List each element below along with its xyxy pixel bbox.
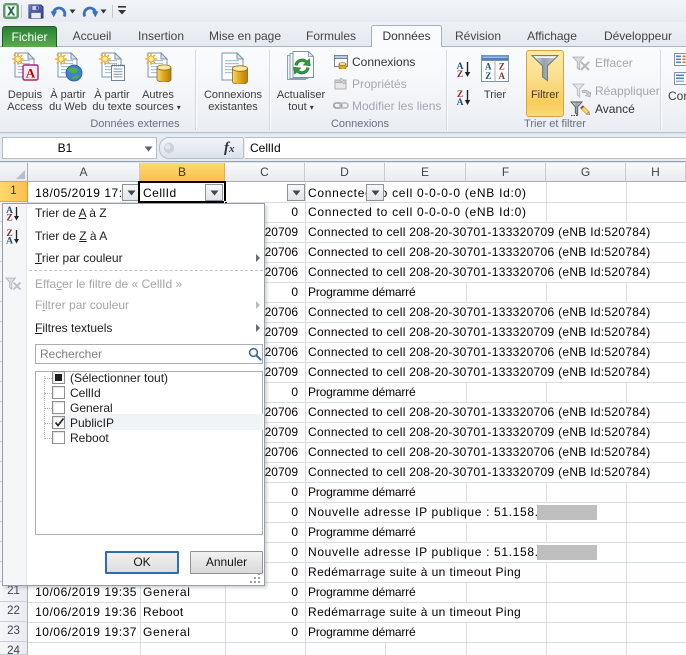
svg-text:A: A: [6, 237, 13, 245]
svg-text:Z: Z: [485, 71, 491, 81]
svg-text:A: A: [26, 66, 36, 81]
svg-text:Z: Z: [457, 70, 463, 78]
svg-text:A: A: [457, 98, 464, 106]
svg-text:A: A: [498, 71, 505, 81]
svg-text:Z: Z: [499, 62, 505, 72]
svg-text:A: A: [485, 62, 492, 72]
svg-text:Z: Z: [6, 214, 12, 222]
